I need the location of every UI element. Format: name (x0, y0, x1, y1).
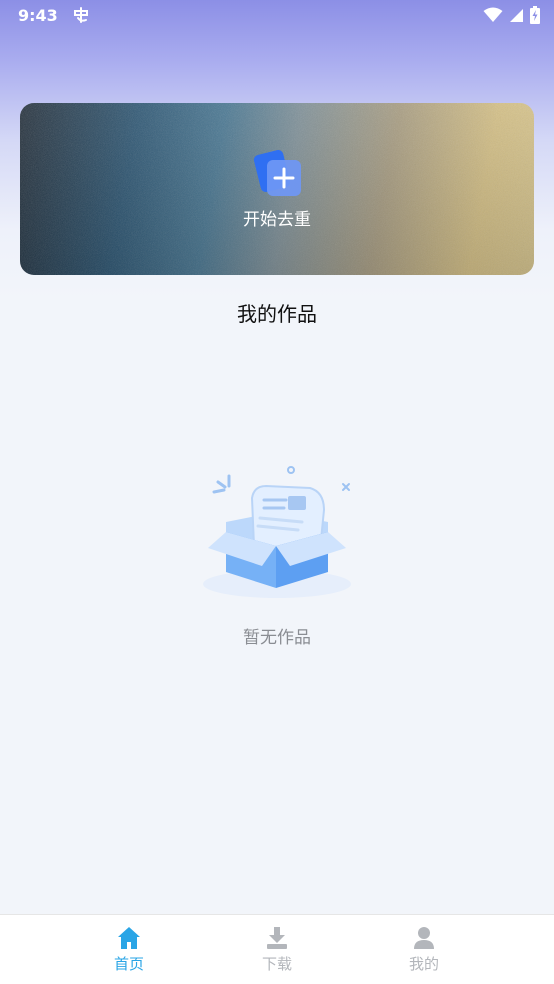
app-notification-icon (73, 7, 88, 23)
tab-download[interactable]: 下载 (237, 925, 317, 981)
empty-box-icon (203, 466, 351, 598)
status-bar: 9:43 (0, 0, 554, 30)
tab-download-label: 下载 (261, 955, 292, 973)
bottom-tab-bar: 首页 下载 我的 (0, 914, 554, 984)
status-time: 9:43 (18, 5, 58, 25)
add-document-icon (253, 150, 301, 196)
signal-icon (510, 8, 523, 22)
start-dedup-label: 开始去重 (243, 210, 311, 230)
section-title-my-works: 我的作品 (237, 302, 317, 326)
download-icon (267, 927, 287, 949)
profile-icon (414, 927, 434, 949)
battery-charging-icon (530, 6, 540, 24)
wifi-icon (483, 7, 503, 22)
tab-home-label: 首页 (113, 955, 144, 973)
tab-profile[interactable]: 我的 (384, 925, 464, 981)
start-dedup-card[interactable]: 开始去重 (20, 103, 534, 275)
empty-works-text: 暂无作品 (243, 628, 311, 648)
tab-profile-label: 我的 (408, 955, 439, 973)
home-icon (118, 927, 140, 949)
tab-home[interactable]: 首页 (89, 925, 169, 981)
